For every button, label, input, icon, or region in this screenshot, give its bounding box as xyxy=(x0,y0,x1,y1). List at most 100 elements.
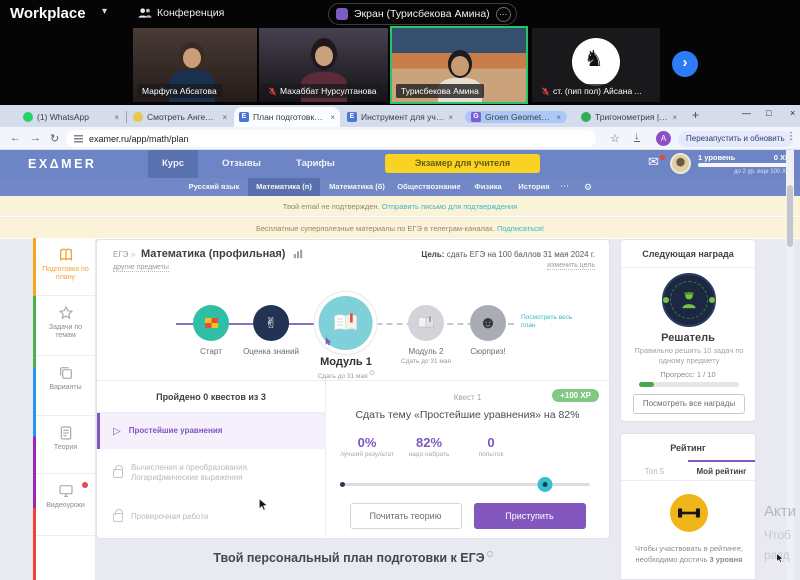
mic-muted-icon xyxy=(541,87,550,96)
site-info-icon[interactable] xyxy=(74,134,83,143)
document-icon xyxy=(58,425,74,441)
window-close-button[interactable]: × xyxy=(790,108,795,118)
sidebar-item-variants[interactable]: Варианты xyxy=(36,356,95,416)
bookmark-star-icon[interactable]: ☆ xyxy=(610,132,620,145)
telegram-subscribe-link[interactable]: Подписаться! xyxy=(497,224,544,233)
other-subjects-link[interactable]: другие предметы xyxy=(113,264,169,272)
mail-icon[interactable]: ✉ xyxy=(648,154,659,170)
next-reward-card: Следующая награда Решатель Правильно реш… xyxy=(620,239,756,422)
browser-tab[interactable]: Смотреть Ангельские ри× xyxy=(128,107,232,127)
reload-icon[interactable]: ↻ xyxy=(50,132,59,145)
slider-handle[interactable] xyxy=(538,477,553,492)
close-icon[interactable]: × xyxy=(114,113,119,122)
subject-tab-social[interactable]: Обществознание xyxy=(392,178,466,196)
view-full-plan-link[interactable]: Посмотреть весь план xyxy=(521,314,583,331)
examer-logo[interactable]: EXΔMER xyxy=(28,157,96,171)
path-node-module2[interactable]: Модуль 2 Сдать до 31 мая xyxy=(401,305,451,365)
read-theory-button[interactable]: Почитать теорию xyxy=(350,503,462,529)
quest-item-log[interactable]: Вычисления и преобразования. Логарифмиче… xyxy=(97,449,325,497)
download-icon[interactable]: ↓ xyxy=(634,132,640,142)
browser-tab-grouped[interactable]: G Groen Geometry Class Sys× xyxy=(460,107,572,127)
people-icon xyxy=(138,7,152,19)
copy-icon xyxy=(58,365,74,381)
scrollbar-thumb[interactable] xyxy=(787,185,793,247)
back-icon[interactable]: ← xyxy=(10,132,21,144)
star-icon xyxy=(58,305,74,321)
tab-top5[interactable]: Топ 5 xyxy=(621,460,688,480)
breadcrumb[interactable]: ЕГЭ xyxy=(113,250,128,259)
stats-chart-icon[interactable] xyxy=(293,249,303,259)
sidebar-item-video[interactable]: Видеоуроки xyxy=(36,474,95,536)
quest-item-equations[interactable]: ▷ Простейшие уравнения xyxy=(97,413,325,449)
subject-tab-math-p[interactable]: Математика (п) xyxy=(248,178,320,196)
all-rewards-button[interactable]: Посмотреть все награды xyxy=(633,394,745,414)
mouse-cursor-secondary xyxy=(776,553,785,564)
browser-tab[interactable]: Е Инструмент для учителя× xyxy=(342,107,458,127)
reward-description: Правильно решить 10 задач по одному пред… xyxy=(631,346,747,366)
info-icon[interactable] xyxy=(369,370,374,375)
close-icon[interactable]: × xyxy=(222,113,227,122)
whatsapp-favicon xyxy=(23,112,33,122)
teacher-button[interactable]: Экзамер для учителя xyxy=(385,154,540,173)
avatar-figure-icon: ♞ xyxy=(584,46,604,72)
user-avatar[interactable] xyxy=(670,153,691,174)
video-tile[interactable]: Махаббат Нурсултанова xyxy=(259,28,388,102)
tab-my-rating[interactable]: Мой рейтинг xyxy=(688,460,755,480)
video-tile[interactable]: Марфуга Абсатова xyxy=(133,28,257,102)
forward-icon[interactable]: → xyxy=(30,132,41,144)
close-icon[interactable]: × xyxy=(556,113,561,122)
quest-item-test[interactable]: Проверочная работа xyxy=(97,497,325,537)
path-node-assessment[interactable]: ✌ Оценка знаний xyxy=(243,305,299,356)
close-icon[interactable]: × xyxy=(448,113,453,122)
subject-tab-russian[interactable]: Русский язык xyxy=(184,178,244,196)
email-alert: Твой email не подтвержден. Отправить пис… xyxy=(0,196,800,217)
nav-course[interactable]: Курс xyxy=(148,150,198,178)
browser-tab[interactable]: (1) WhatsApp× xyxy=(18,107,124,127)
close-icon[interactable]: × xyxy=(330,113,335,122)
target-slider[interactable] xyxy=(340,477,590,491)
path-node-start[interactable]: Старт xyxy=(193,305,229,356)
browser-profile-avatar[interactable]: A xyxy=(656,131,671,146)
window-maximize-button[interactable]: □ xyxy=(766,108,771,118)
screen-share-pill[interactable]: Экран (Турисбекова Амина) ⋯ xyxy=(328,3,517,25)
sidebar-item-plan[interactable]: Подготовка по плану xyxy=(36,238,95,296)
browser-tab[interactable]: Тригонометрия | Матема× xyxy=(576,107,682,127)
personal-plan-heading: Твой персональный план подготовки к ЕГЭ xyxy=(96,551,610,565)
info-icon[interactable] xyxy=(487,551,493,557)
overlay-text-fragment: Чтоб xyxy=(764,528,791,542)
subject-tab-math-b[interactable]: Математика (б) xyxy=(324,178,390,196)
conference-tab[interactable]: Конференция xyxy=(157,7,224,19)
path-node-surprise[interactable]: ☻ Сюрприз! xyxy=(470,305,506,356)
workplace-logo: Workplace xyxy=(10,5,86,22)
sidebar-item-tasks[interactable]: Задачи по темам xyxy=(36,296,95,356)
start-quest-button[interactable]: Приступить xyxy=(474,503,586,529)
video-tile[interactable]: ♞ ст. (пип пол) Айсана ... xyxy=(532,28,660,102)
video-tile-active-speaker[interactable]: Турисбекова Амина xyxy=(390,26,528,104)
subject-tab-physics[interactable]: Физика xyxy=(468,178,508,196)
subjects-more-icon[interactable]: ⋯ xyxy=(560,178,569,196)
window-minimize-button[interactable]: — xyxy=(742,108,751,118)
new-tab-button[interactable]: + xyxy=(692,108,699,122)
subjects-settings-icon[interactable]: ⚙ xyxy=(584,178,592,196)
close-icon[interactable]: × xyxy=(672,113,677,122)
email-confirm-link[interactable]: Отправить письмо для подтверждения xyxy=(382,202,518,211)
edit-goal-link[interactable]: изменить цель xyxy=(547,262,595,270)
nav-reviews[interactable]: Отзывы xyxy=(208,150,275,178)
notification-dot xyxy=(660,155,665,160)
sidebar-item-theory[interactable]: Теория xyxy=(36,416,95,474)
nav-tariffs[interactable]: Тарифы xyxy=(282,150,349,178)
gallery-next-button[interactable]: › xyxy=(672,51,698,77)
dumbbell-icon xyxy=(670,494,708,532)
more-options-icon[interactable]: ⋯ xyxy=(496,7,511,22)
restart-update-button[interactable]: Перезапустить и обновить xyxy=(678,131,793,147)
chevron-down-icon[interactable]: ▾ xyxy=(102,6,107,17)
browser-menu-icon[interactable]: ⋮ xyxy=(786,131,796,142)
video-favicon xyxy=(133,112,143,122)
reward-progress-label: Прогресс: 1 / 10 xyxy=(621,370,755,379)
browser-tab-active[interactable]: Е План подготовки | Матем× xyxy=(234,107,340,127)
url-text: examer.ru/app/math/plan xyxy=(89,134,189,144)
reward-card-title: Следующая награда xyxy=(621,240,755,268)
closed-book-icon xyxy=(417,316,435,330)
address-bar[interactable]: examer.ru/app/math/plan xyxy=(66,130,596,147)
subject-tab-history[interactable]: История xyxy=(512,178,556,196)
